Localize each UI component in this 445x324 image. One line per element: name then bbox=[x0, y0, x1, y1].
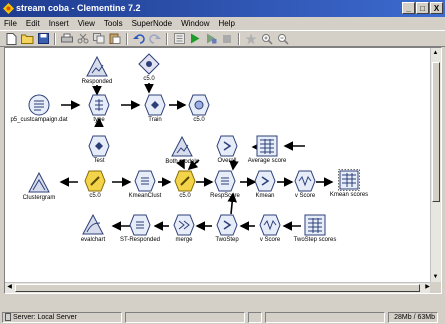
node-label: Clustergram bbox=[22, 195, 56, 201]
new-stream-icon[interactable] bbox=[4, 32, 18, 45]
menu-tools[interactable]: Tools bbox=[104, 17, 123, 30]
vertical-scroll-thumb[interactable] bbox=[432, 62, 440, 202]
status-bar: Server: Local Server 28Mb / 63Mb bbox=[0, 310, 445, 324]
status-blank bbox=[125, 311, 245, 323]
generated-model-icon bbox=[84, 170, 106, 192]
toolbar-separator bbox=[166, 32, 168, 45]
execute-stream-icon[interactable] bbox=[188, 32, 202, 45]
derive-field-icon bbox=[134, 170, 156, 192]
table-output-icon bbox=[338, 169, 360, 191]
supernode-star-icon[interactable] bbox=[244, 32, 258, 45]
node-label: Responded bbox=[81, 79, 113, 85]
node-label: type bbox=[93, 117, 105, 123]
vertical-scrollbar[interactable]: ▲ ▼ bbox=[430, 48, 441, 283]
memory-usage: 28Mb / 63Mb bbox=[388, 311, 438, 323]
var-file-source-icon bbox=[28, 94, 50, 116]
node-type[interactable]: type bbox=[69, 94, 129, 124]
menu-view[interactable]: View bbox=[78, 17, 95, 30]
node-label: c5.0 bbox=[143, 76, 155, 82]
node-label: TwoStep scores bbox=[293, 237, 337, 243]
derive-field-icon bbox=[254, 170, 276, 192]
node-label: Test bbox=[93, 158, 105, 164]
cut-icon[interactable] bbox=[76, 32, 90, 45]
server-icon bbox=[5, 313, 11, 321]
server-text: Server: Local Server bbox=[13, 313, 77, 321]
toolbar-separator bbox=[54, 32, 56, 45]
redo-icon[interactable] bbox=[148, 32, 162, 45]
menu-file[interactable]: File bbox=[4, 17, 17, 30]
horizontal-scrollbar[interactable]: ◀ ▶ bbox=[5, 282, 432, 293]
filler-icon bbox=[294, 170, 316, 192]
model-diamond-icon bbox=[138, 53, 160, 75]
node-label: c5.0 bbox=[193, 117, 205, 123]
zoom-out-icon[interactable] bbox=[276, 32, 290, 45]
type-field-icon bbox=[88, 94, 110, 116]
undo-icon[interactable] bbox=[132, 32, 146, 45]
select-filter-icon bbox=[88, 135, 110, 157]
evaluation-chart-icon bbox=[82, 214, 104, 235]
plot-chart-icon bbox=[28, 172, 50, 193]
toolbar bbox=[0, 30, 445, 47]
node-clustergram[interactable]: Clustergram bbox=[9, 172, 69, 202]
save-icon[interactable] bbox=[36, 32, 50, 45]
menu-insert[interactable]: Insert bbox=[49, 17, 69, 30]
stream-properties-icon[interactable] bbox=[172, 32, 186, 45]
select-filter-icon bbox=[144, 94, 166, 116]
horizontal-scroll-thumb[interactable] bbox=[15, 284, 420, 292]
node-source-file[interactable]: p5_custcampaign.dat bbox=[9, 94, 69, 124]
table-output-icon bbox=[304, 214, 326, 236]
distribution-chart-icon bbox=[86, 56, 108, 77]
node-c5-model-top[interactable]: c5.0 bbox=[119, 53, 179, 83]
node-label: p5_custcampaign.dat bbox=[10, 117, 68, 123]
open-folder-icon[interactable] bbox=[20, 32, 34, 45]
menu-bar: File Edit Insert View Tools SuperNode Wi… bbox=[0, 17, 445, 30]
menu-supernode[interactable]: SuperNode bbox=[132, 17, 172, 30]
node-kmean-scores[interactable]: Kmean scores bbox=[319, 169, 379, 199]
copy-icon[interactable] bbox=[92, 32, 106, 45]
menu-edit[interactable]: Edit bbox=[26, 17, 40, 30]
node-label: Kmean scores bbox=[329, 192, 369, 198]
derive-field-icon bbox=[216, 214, 238, 236]
node-average-score[interactable]: Average score bbox=[237, 135, 297, 165]
close-button[interactable]: X bbox=[430, 2, 443, 14]
status-indicator bbox=[248, 311, 262, 323]
execute-selection-icon[interactable] bbox=[204, 32, 218, 45]
scroll-corner bbox=[430, 282, 441, 293]
node-twostep-scores[interactable]: TwoStep scores bbox=[285, 214, 345, 244]
derive-field-icon bbox=[214, 170, 236, 192]
server-status: Server: Local Server bbox=[2, 311, 122, 323]
scroll-left-icon[interactable]: ◀ bbox=[5, 283, 14, 292]
menu-window[interactable]: Window bbox=[181, 17, 209, 30]
node-c5-build[interactable]: c5.0 bbox=[169, 94, 229, 124]
minimize-button[interactable]: _ bbox=[402, 2, 415, 14]
distribution-chart-icon bbox=[171, 136, 193, 157]
filler-icon bbox=[259, 214, 281, 236]
status-blank-2 bbox=[265, 311, 385, 323]
stop-execution-icon[interactable] bbox=[220, 32, 234, 45]
toolbar-separator bbox=[126, 32, 128, 45]
model-builder-icon bbox=[188, 94, 210, 116]
merge-icon bbox=[173, 214, 195, 236]
toolbar-separator bbox=[238, 32, 240, 45]
generated-model-icon bbox=[174, 170, 196, 192]
scroll-up-icon[interactable]: ▲ bbox=[431, 49, 440, 58]
print-icon[interactable] bbox=[60, 32, 74, 45]
table-output-icon bbox=[256, 135, 278, 157]
scroll-down-icon[interactable]: ▼ bbox=[431, 273, 440, 282]
menu-help[interactable]: Help bbox=[219, 17, 235, 30]
paste-icon[interactable] bbox=[108, 32, 122, 45]
zoom-in-icon[interactable] bbox=[260, 32, 274, 45]
node-test[interactable]: Test bbox=[69, 135, 129, 165]
window-title: stream coba - Clementine 7.2 bbox=[16, 3, 141, 13]
node-responded[interactable]: Responded bbox=[67, 56, 127, 86]
title-bar: stream coba - Clementine 7.2 _ □ X bbox=[0, 0, 445, 17]
node-label: Average score bbox=[247, 158, 287, 164]
maximize-button[interactable]: □ bbox=[416, 2, 429, 14]
derive-field-icon bbox=[216, 135, 238, 157]
stream-canvas[interactable]: Responded c5.0 p5_custcampaign.dat type … bbox=[4, 47, 442, 294]
derive-field-icon bbox=[129, 214, 151, 236]
clementine-app-icon bbox=[3, 3, 14, 14]
